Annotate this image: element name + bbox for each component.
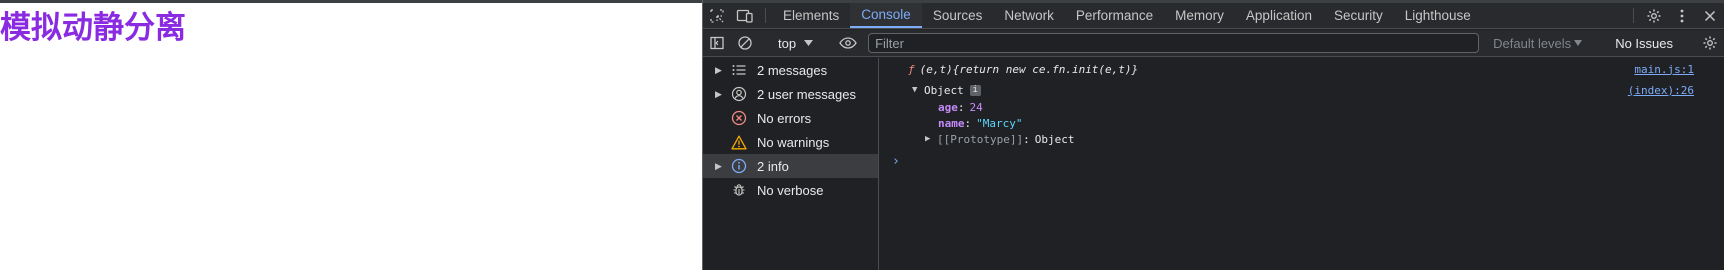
- function-signature[interactable]: (e,t){return new ce.fn.init(e,t)}: [920, 63, 1139, 76]
- object-property-age: age: 24: [938, 100, 983, 114]
- console-sidebar: ▶ 2 messages ▶ 2 user messages No errors: [703, 58, 879, 270]
- prototype-key: [[Prototype]]: [937, 132, 1024, 146]
- issues-counter[interactable]: No Issues: [1605, 36, 1683, 51]
- sidebar-item-label: No errors: [757, 110, 812, 126]
- tab-memory[interactable]: Memory: [1164, 3, 1235, 28]
- user-icon: [729, 86, 749, 102]
- tabbar-divider: [765, 8, 766, 23]
- property-key: name: [938, 116, 965, 130]
- sidebar-item-label: No verbose: [757, 182, 824, 198]
- bug-icon: [729, 182, 749, 198]
- show-sidebar-icon[interactable]: [703, 35, 731, 51]
- page-viewport: 模拟动静分离: [0, 0, 702, 270]
- context-selector-value: top: [778, 35, 797, 51]
- property-key: age: [938, 100, 958, 114]
- tab-network[interactable]: Network: [993, 3, 1065, 28]
- log-levels-dropdown[interactable]: Default levels: [1487, 36, 1592, 51]
- console-settings-gear-icon[interactable]: [1696, 35, 1724, 51]
- page-top-border: [0, 0, 702, 3]
- sidebar-item-messages[interactable]: ▶ 2 messages: [703, 58, 878, 82]
- function-f-symbol: ƒ: [908, 62, 915, 76]
- tab-lighthouse[interactable]: Lighthouse: [1394, 3, 1482, 28]
- sidebar-item-label: 2 info: [757, 158, 789, 174]
- object-property-name: name: "Marcy": [938, 116, 1023, 130]
- object-info-badge-icon[interactable]: i: [969, 84, 981, 96]
- console-filter-input[interactable]: [875, 35, 1479, 51]
- collapse-caret-icon[interactable]: ▼: [912, 85, 924, 95]
- tabbar-divider: [1633, 8, 1634, 23]
- error-icon: [729, 110, 749, 126]
- console-prompt[interactable]: ›: [880, 149, 1724, 173]
- devtools-panel: Elements Console Sources Network Perform…: [702, 0, 1724, 270]
- console-message-object[interactable]: ▼ Object i (index):26: [880, 81, 1724, 99]
- devtools-tabbar: Elements Console Sources Network Perform…: [703, 3, 1724, 29]
- sidebar-item-user-messages[interactable]: ▶ 2 user messages: [703, 82, 878, 106]
- page-title: 模拟动静分离: [0, 10, 186, 46]
- source-link-index[interactable]: (index):26: [1628, 84, 1694, 97]
- inspect-element-icon[interactable]: [703, 3, 731, 28]
- console-filter-input-box[interactable]: [868, 33, 1480, 53]
- list-icon: [729, 62, 749, 78]
- expand-caret-icon[interactable]: ▶: [715, 161, 727, 172]
- expand-caret-icon[interactable]: ▶: [715, 65, 727, 76]
- prototype-value: Object: [1034, 132, 1075, 146]
- console-toolbar: top Default levels No Issues: [703, 30, 1724, 57]
- expand-caret-icon[interactable]: ▶: [925, 134, 937, 144]
- tab-elements[interactable]: Elements: [772, 3, 850, 28]
- clear-console-icon[interactable]: [731, 35, 759, 51]
- tab-performance[interactable]: Performance: [1065, 3, 1164, 28]
- sidebar-item-info[interactable]: ▶ 2 info: [703, 154, 878, 178]
- settings-gear-icon[interactable]: [1640, 3, 1668, 28]
- prompt-chevron-icon: ›: [892, 153, 900, 169]
- tabbar-actions: [1627, 3, 1724, 28]
- property-value-string: "Marcy": [976, 116, 1023, 130]
- tab-application[interactable]: Application: [1235, 3, 1323, 28]
- tab-console[interactable]: Console: [850, 3, 922, 28]
- object-label: Object: [924, 83, 964, 97]
- tab-security[interactable]: Security: [1323, 3, 1394, 28]
- close-devtools-icon[interactable]: [1696, 3, 1724, 28]
- device-toolbar-icon[interactable]: [731, 3, 759, 28]
- live-expression-eye-icon[interactable]: [834, 37, 862, 49]
- dropdown-triangle-icon: [804, 40, 814, 46]
- log-levels-label: Default levels: [1493, 35, 1572, 51]
- more-options-icon[interactable]: [1668, 3, 1696, 28]
- console-message-function: ƒ (e,t){return new ce.fn.init(e,t)} main…: [880, 58, 1724, 80]
- sidebar-item-warnings[interactable]: No warnings: [703, 130, 878, 154]
- sidebar-item-label: 2 messages: [757, 62, 828, 78]
- tab-sources[interactable]: Sources: [922, 3, 994, 28]
- console-output: ƒ (e,t){return new ce.fn.init(e,t)} main…: [880, 58, 1724, 270]
- sidebar-item-label: 2 user messages: [757, 86, 856, 102]
- property-value-number: 24: [969, 100, 983, 114]
- sidebar-item-errors[interactable]: No errors: [703, 106, 878, 130]
- object-prototype-row[interactable]: ▶ [[Prototype]]: Object: [880, 131, 1724, 147]
- sidebar-item-verbose[interactable]: No verbose: [703, 178, 878, 202]
- warning-icon: [729, 134, 749, 150]
- source-link-main-js[interactable]: main.js:1: [1634, 63, 1694, 76]
- info-icon: [729, 158, 749, 174]
- expand-caret-icon[interactable]: ▶: [715, 89, 727, 100]
- sidebar-item-label: No warnings: [757, 134, 830, 150]
- dropdown-triangle-icon: [1574, 40, 1583, 46]
- context-selector[interactable]: top: [772, 36, 821, 51]
